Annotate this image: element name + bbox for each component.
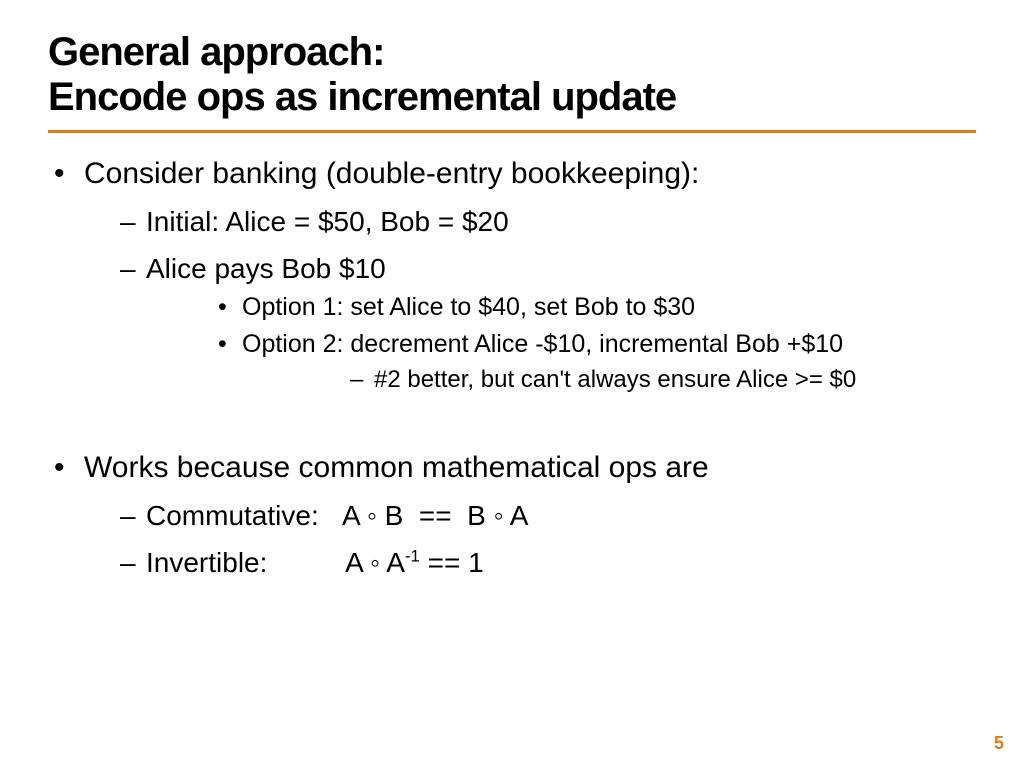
bullet-list: Consider banking (double-entry bookkeepi… (48, 155, 976, 395)
slide-title: General approach: Encode ops as incremen… (48, 30, 976, 120)
bullet-2a: Commutative: A ◦ B == B ◦ A (84, 498, 976, 533)
bullet-1b: Alice pays Bob $10 Option 1: set Alice t… (84, 251, 976, 395)
bullet-1b-ii: Option 2: decrement Alice -$10, incremen… (146, 329, 976, 394)
title-line-2: Encode ops as incremental update (48, 75, 676, 119)
spacer (48, 401, 976, 439)
bullet-1b-i: Option 1: set Alice to $40, set Bob to $… (146, 292, 976, 323)
bullet-2b: Invertible: A ◦ A-1 == 1 (84, 545, 976, 580)
bullet-1b-text: Alice pays Bob $10 (146, 253, 386, 284)
title-line-1: General approach: (48, 30, 384, 74)
bullet-1-text: Consider banking (double-entry bookkeepi… (84, 157, 699, 190)
bullet-1: Consider banking (double-entry bookkeepi… (48, 155, 976, 395)
bullet-1b-ii-text: Option 2: decrement Alice -$10, incremen… (242, 330, 843, 358)
title-divider (48, 130, 976, 133)
bullet-2-text: Works because common mathematical ops ar… (84, 451, 709, 484)
page-number: 5 (994, 733, 1004, 754)
bullet-1b-ii-note: #2 better, but can't always ensure Alice… (242, 365, 976, 395)
bullet-list-2: Works because common mathematical ops ar… (48, 449, 976, 581)
bullet-2: Works because common mathematical ops ar… (48, 449, 976, 581)
bullet-1a: Initial: Alice = $50, Bob = $20 (84, 204, 976, 239)
slide: General approach: Encode ops as incremen… (0, 0, 1024, 768)
